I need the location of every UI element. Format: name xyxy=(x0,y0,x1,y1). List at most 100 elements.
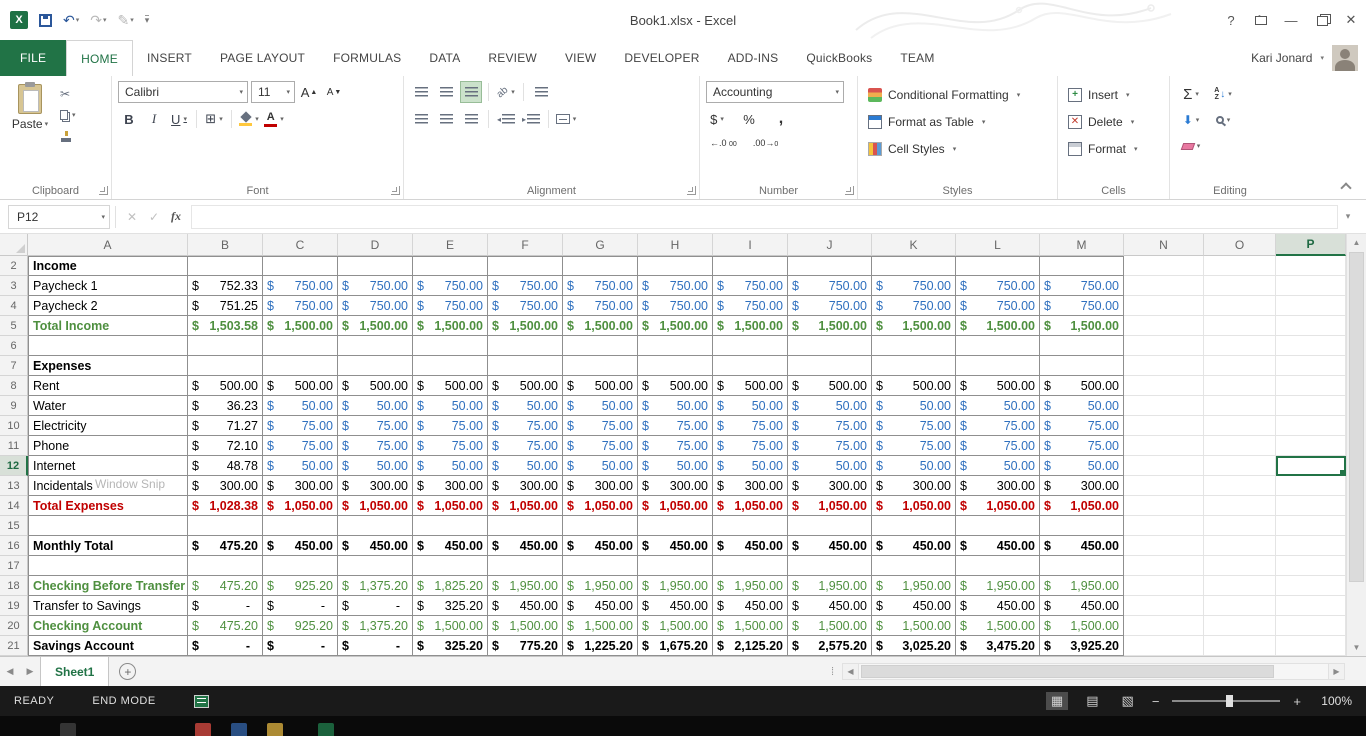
cell-N20[interactable] xyxy=(1124,616,1204,636)
help-button[interactable]: ? xyxy=(1216,0,1246,40)
borders-button[interactable]: ⊞ ▾ xyxy=(203,108,225,130)
column-header-L[interactable]: L xyxy=(956,234,1040,256)
cell-H9[interactable]: $50.00 xyxy=(638,396,713,416)
insert-function-button[interactable]: fx xyxy=(165,205,187,229)
column-header-C[interactable]: C xyxy=(263,234,338,256)
cell-N8[interactable] xyxy=(1124,376,1204,396)
cell-L18[interactable]: $1,950.00 xyxy=(956,576,1040,596)
touch-mode-button[interactable]: ✎ ▾ xyxy=(118,13,134,27)
cell-K6[interactable] xyxy=(872,336,956,356)
cell-K2[interactable] xyxy=(872,256,956,276)
cell-B15[interactable] xyxy=(188,516,263,536)
cell-E17[interactable] xyxy=(413,556,488,576)
align-left-button[interactable] xyxy=(410,108,432,130)
cell-B11[interactable]: $72.10 xyxy=(188,436,263,456)
save-icon[interactable] xyxy=(39,13,52,27)
cell-F4[interactable]: $750.00 xyxy=(488,296,563,316)
cell-I5[interactable]: $1,500.00 xyxy=(713,316,788,336)
cell-M7[interactable] xyxy=(1040,356,1124,376)
cell-A6[interactable] xyxy=(28,336,188,356)
cell-D19[interactable]: $ - xyxy=(338,596,413,616)
column-header-M[interactable]: M xyxy=(1040,234,1124,256)
cell-I21[interactable]: $2,125.20 xyxy=(713,636,788,656)
cell-K15[interactable] xyxy=(872,516,956,536)
cell-C11[interactable]: $75.00 xyxy=(263,436,338,456)
cell-L10[interactable]: $75.00 xyxy=(956,416,1040,436)
cell-L6[interactable] xyxy=(956,336,1040,356)
cell-E21[interactable]: $325.20 xyxy=(413,636,488,656)
restore-button[interactable] xyxy=(1306,0,1336,40)
cell-E4[interactable]: $750.00 xyxy=(413,296,488,316)
cell-B21[interactable]: $ - xyxy=(188,636,263,656)
cell-E6[interactable] xyxy=(413,336,488,356)
cell-P13[interactable] xyxy=(1276,476,1346,496)
wrap-text-button[interactable] xyxy=(530,81,552,103)
decrease-font-size-button[interactable]: A ▼ xyxy=(323,81,345,103)
customize-qat-button[interactable]: ▾ xyxy=(144,15,150,25)
zoom-in-button[interactable]: + xyxy=(1293,694,1301,709)
row-header-21[interactable]: 21 xyxy=(0,636,28,656)
cell-K8[interactable]: $500.00 xyxy=(872,376,956,396)
vertical-scroll-thumb[interactable] xyxy=(1349,252,1364,582)
cell-P5[interactable] xyxy=(1276,316,1346,336)
cell-G19[interactable]: $450.00 xyxy=(563,596,638,616)
undo-button[interactable]: ↶ ▾ xyxy=(63,13,79,27)
cell-D18[interactable]: $1,375.20 xyxy=(338,576,413,596)
cell-C16[interactable]: $450.00 xyxy=(263,536,338,556)
cell-C2[interactable] xyxy=(263,256,338,276)
column-header-K[interactable]: K xyxy=(872,234,956,256)
percent-style-button[interactable]: % xyxy=(738,108,760,130)
comma-style-button[interactable]: , xyxy=(770,108,792,130)
cell-O19[interactable] xyxy=(1204,596,1276,616)
cell-K14[interactable]: $1,050.00 xyxy=(872,496,956,516)
cell-L3[interactable]: $750.00 xyxy=(956,276,1040,296)
align-center-button[interactable] xyxy=(435,108,457,130)
fill-color-button[interactable]: ▾ xyxy=(238,108,260,130)
cell-N15[interactable] xyxy=(1124,516,1204,536)
cell-O15[interactable] xyxy=(1204,516,1276,536)
cell-J18[interactable]: $1,950.00 xyxy=(788,576,872,596)
zoom-level[interactable]: 100% xyxy=(1314,694,1352,708)
cell-J10[interactable]: $75.00 xyxy=(788,416,872,436)
cell-N12[interactable] xyxy=(1124,456,1204,476)
cell-G6[interactable] xyxy=(563,336,638,356)
ribbon-tab-data[interactable]: DATA xyxy=(415,40,474,76)
font-color-button[interactable]: A ▾ xyxy=(263,108,285,130)
cell-P7[interactable] xyxy=(1276,356,1346,376)
cell-I19[interactable]: $450.00 xyxy=(713,596,788,616)
cell-H20[interactable]: $1,500.00 xyxy=(638,616,713,636)
cell-A5[interactable]: Total Income xyxy=(28,316,188,336)
cell-J6[interactable] xyxy=(788,336,872,356)
cell-D10[interactable]: $75.00 xyxy=(338,416,413,436)
cell-P8[interactable] xyxy=(1276,376,1346,396)
cell-K12[interactable]: $50.00 xyxy=(872,456,956,476)
cell-H2[interactable] xyxy=(638,256,713,276)
cell-O2[interactable] xyxy=(1204,256,1276,276)
cell-A12[interactable]: Internet xyxy=(28,456,188,476)
cell-L13[interactable]: $300.00 xyxy=(956,476,1040,496)
scroll-right-arrow[interactable]: ▶ xyxy=(1328,663,1345,680)
cell-E13[interactable]: $300.00 xyxy=(413,476,488,496)
cell-G12[interactable]: $50.00 xyxy=(563,456,638,476)
ribbon-tab-team[interactable]: TEAM xyxy=(886,40,948,76)
cell-G9[interactable]: $50.00 xyxy=(563,396,638,416)
cell-M19[interactable]: $450.00 xyxy=(1040,596,1124,616)
close-button[interactable]: ✕ xyxy=(1336,0,1366,40)
excel-logo-icon[interactable]: X xyxy=(10,11,28,29)
cell-L21[interactable]: $3,475.20 xyxy=(956,636,1040,656)
cell-A17[interactable] xyxy=(28,556,188,576)
cell-K9[interactable]: $50.00 xyxy=(872,396,956,416)
cell-C7[interactable] xyxy=(263,356,338,376)
cell-P11[interactable] xyxy=(1276,436,1346,456)
enter-button[interactable]: ✓ xyxy=(143,205,165,229)
cell-G4[interactable]: $750.00 xyxy=(563,296,638,316)
merge-center-button[interactable]: ▾ xyxy=(555,108,577,130)
insert-cells-button[interactable]: + Insert ▾ xyxy=(1064,81,1163,108)
tab-scrollbar-splitter[interactable]: ⁞ xyxy=(825,666,841,678)
minimize-button[interactable]: — xyxy=(1276,0,1306,40)
cell-F16[interactable]: $450.00 xyxy=(488,536,563,556)
cell-J19[interactable]: $450.00 xyxy=(788,596,872,616)
cell-J13[interactable]: $300.00 xyxy=(788,476,872,496)
ribbon-tab-view[interactable]: VIEW xyxy=(551,40,610,76)
cell-I20[interactable]: $1,500.00 xyxy=(713,616,788,636)
